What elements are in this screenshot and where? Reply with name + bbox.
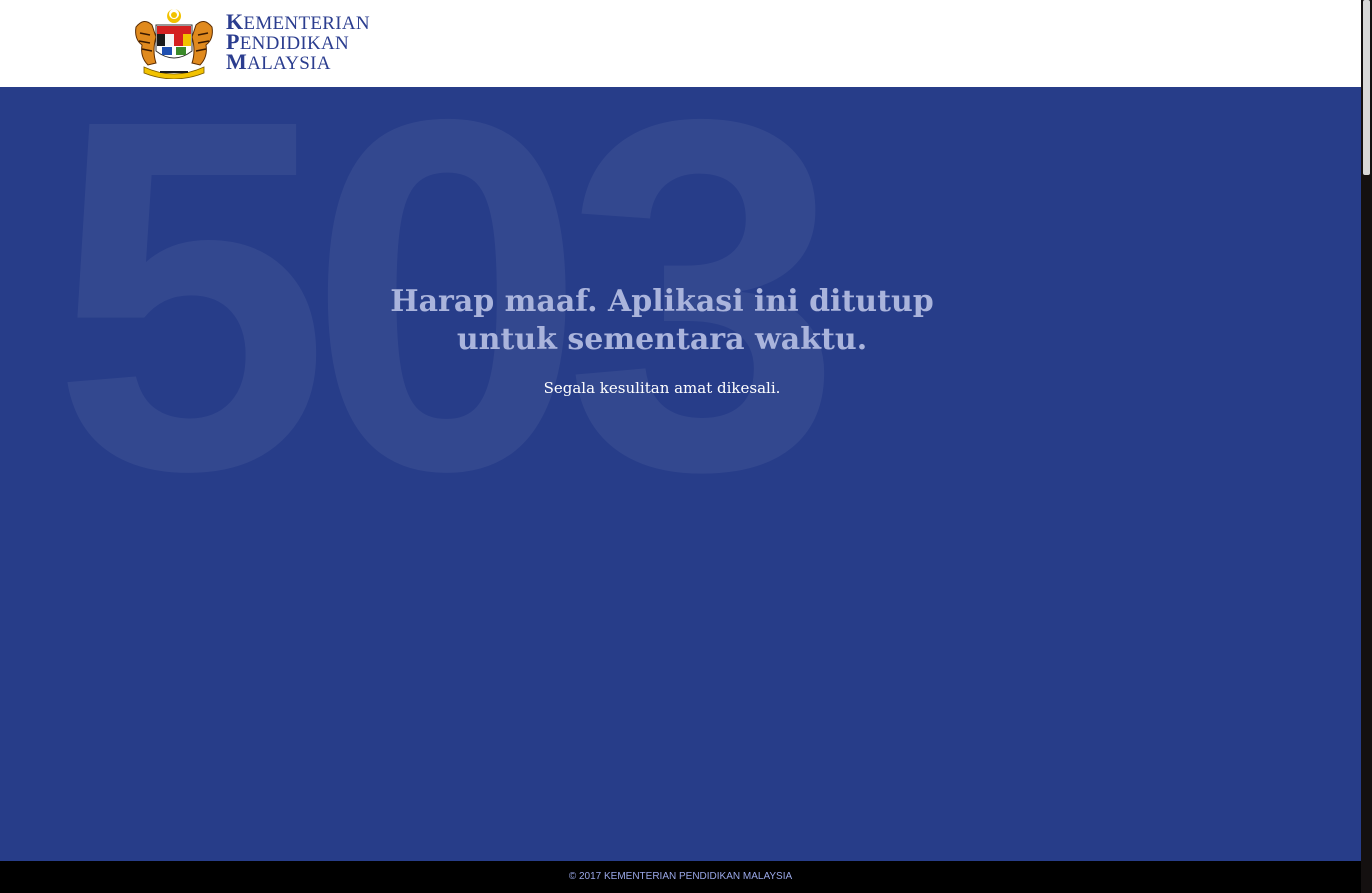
- error-subtext: Segala kesulitan amat dikesali.: [543, 379, 781, 397]
- logo-line-3: MALAYSIA: [226, 49, 331, 74]
- logo-line-2: PENDIDIKAN: [226, 29, 350, 54]
- page: KEMENTERIAN PENDIDIKAN MALAYSIA 503 Hara…: [0, 0, 1361, 893]
- footer: © 2017 KEMENTERIAN PENDIDIKAN MALAYSIA: [0, 861, 1361, 893]
- error-heading: Harap maaf. Aplikasi ini ditutup untuk s…: [390, 284, 934, 357]
- logo-line-1: KEMENTERIAN: [226, 9, 370, 34]
- error-message: Harap maaf. Aplikasi ini ditutup untuk s…: [362, 283, 962, 397]
- header: KEMENTERIAN PENDIDIKAN MALAYSIA: [0, 0, 1361, 87]
- copyright-text: © 2017 KEMENTERIAN PENDIDIKAN MALAYSIA: [568, 871, 793, 882]
- vertical-scrollbar[interactable]: [1361, 0, 1372, 893]
- ministry-name: KEMENTERIAN PENDIDIKAN MALAYSIA: [226, 9, 370, 74]
- scrollbar-thumb[interactable]: [1363, 0, 1370, 175]
- error-section: 503 Harap maaf. Aplikasi ini ditutup unt…: [0, 87, 1361, 861]
- coat-of-arms-icon: [135, 9, 213, 79]
- ministry-logo[interactable]: KEMENTERIAN PENDIDIKAN MALAYSIA: [130, 7, 370, 79]
